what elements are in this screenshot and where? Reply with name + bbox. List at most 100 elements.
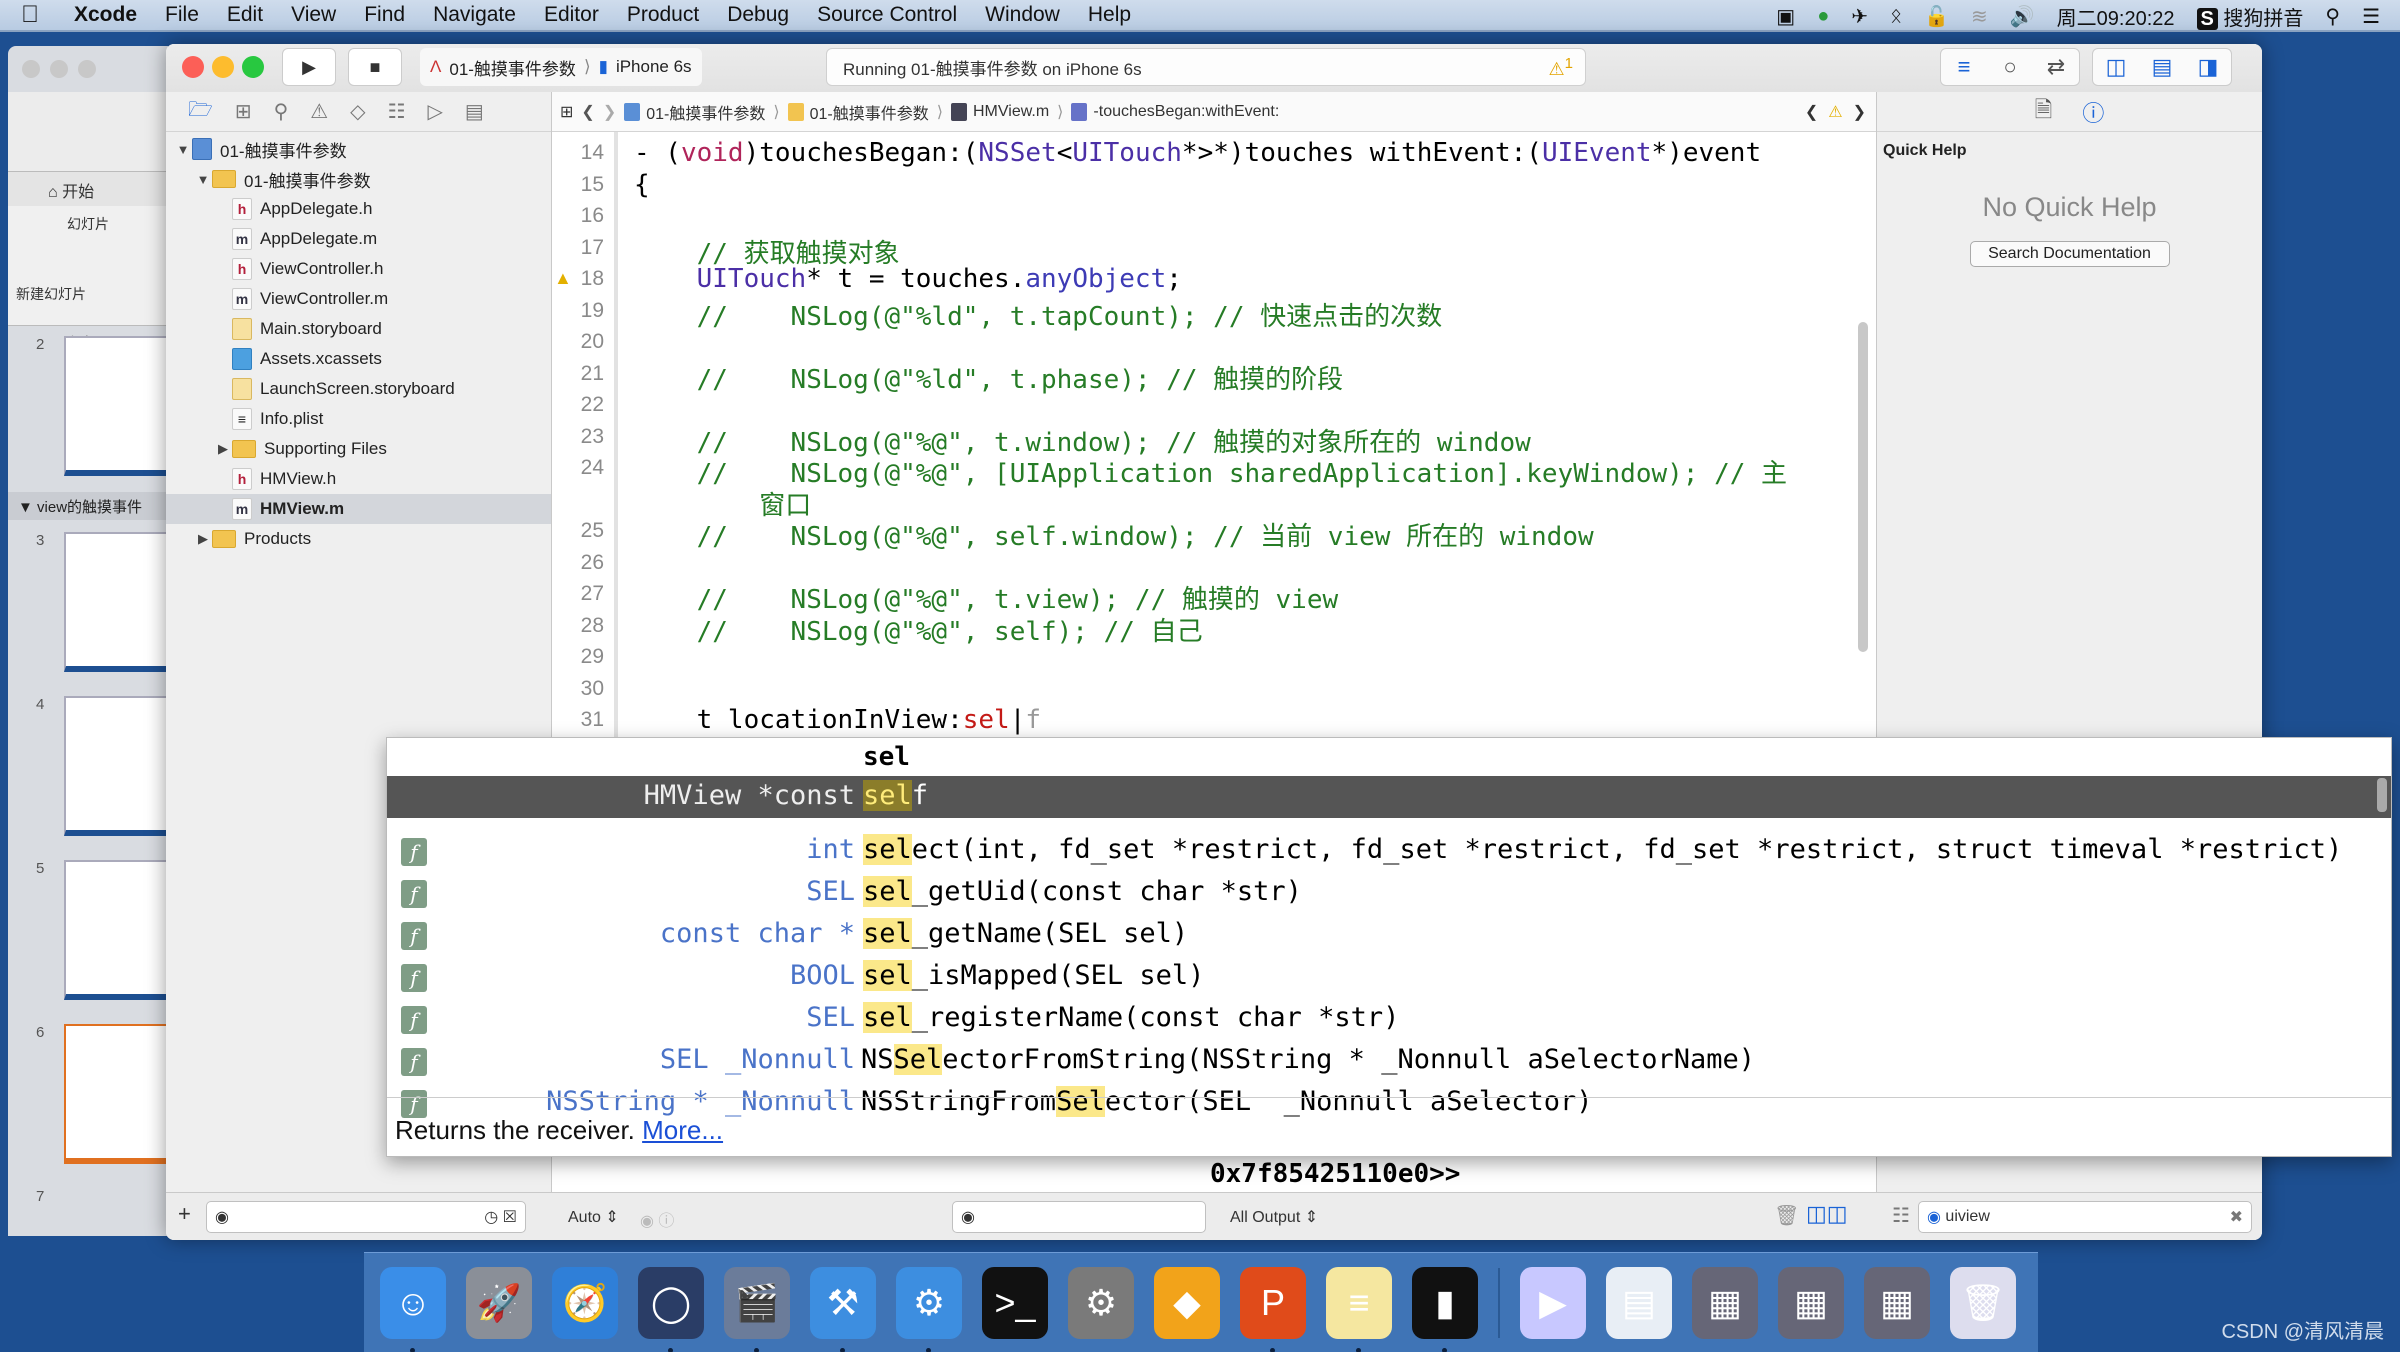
tree-item[interactable]: Assets.xcassets <box>166 344 551 374</box>
run-button[interactable]: ▶ <box>282 48 336 86</box>
menu-help[interactable]: Help <box>1074 3 1145 27</box>
code-line[interactable]: - (void)touchesBegan:(NSSet<UITouch*>*)t… <box>634 138 1761 168</box>
menu-view[interactable]: View <box>277 3 350 27</box>
tree-item[interactable]: m HMView.m <box>166 494 551 524</box>
dock-xcode-icon[interactable]: ⚒ <box>810 1266 876 1352</box>
dock-photo-theater-icon[interactable]: ▶ <box>1520 1266 1586 1339</box>
screen-record-icon[interactable]: ▣ <box>1776 4 1795 29</box>
completion-item[interactable]: f const char * sel_getName(SEL sel) <box>387 914 2391 956</box>
dock-mouse-icon[interactable]: ◯ <box>638 1266 704 1352</box>
variables-filter-field[interactable]: ◉ <box>952 1201 1206 1233</box>
ppt-section-header[interactable]: ▼ view的触摸事件 <box>8 492 168 520</box>
spotlight-icon[interactable]: ⚲ <box>2325 4 2340 29</box>
dock-screen-1-icon[interactable]: ▦ <box>1692 1266 1758 1339</box>
warning-indicator[interactable]: ⚠1 <box>1549 55 1573 80</box>
ppt-new-slide-button[interactable]: 新建幻灯片 <box>16 284 160 304</box>
back-button[interactable]: ❮ <box>581 102 594 122</box>
dock-sketch-icon[interactable]: ◆ <box>1154 1266 1220 1339</box>
disclosure-triangle-icon[interactable]: ▼ <box>194 172 212 187</box>
scheme-selector[interactable]: Λ 01-触摸事件参数 ⟩ ▮ iPhone 6s <box>420 48 702 86</box>
menu-edit[interactable]: Edit <box>213 3 277 27</box>
menu-product[interactable]: Product <box>613 3 713 27</box>
code-line[interactable]: { <box>634 170 650 200</box>
completion-item[interactable]: f SEL _Nonnull NSSelectorFromString(NSStri… <box>387 1040 2391 1082</box>
completion-item[interactable]: f SEL sel_getUid(const char *str) <box>387 872 2391 914</box>
clock[interactable]: 周二09:20:22 <box>2057 2 2175 31</box>
toggle-debug-area-icon[interactable]: ▤ <box>2139 54 2185 80</box>
tree-item[interactable]: h HMView.h <box>166 464 551 494</box>
issue-warning-icon[interactable]: ⚠ <box>1828 102 1842 122</box>
dock-trash-icon[interactable]: 🗑 <box>1950 1266 2016 1339</box>
tree-item[interactable]: ▶ Products <box>166 524 551 554</box>
menu-find[interactable]: Find <box>350 3 419 27</box>
disclosure-triangle-icon[interactable]: ▶ <box>194 531 212 547</box>
tree-item[interactable]: ▶ Supporting Files <box>166 434 551 464</box>
report-navigator-icon[interactable]: ▤ <box>465 99 484 124</box>
library-grid-icon[interactable]: ☷ <box>1892 1203 1910 1228</box>
slide-thumbnail[interactable] <box>64 860 168 1000</box>
previous-issue-button[interactable]: ❮ <box>1805 102 1818 122</box>
tree-item[interactable]: m ViewController.m <box>166 284 551 314</box>
menu-window[interactable]: Window <box>971 3 1074 27</box>
code-line[interactable]: // NSLog(@"%@", self); // 自己 <box>634 611 1203 648</box>
menu-editor[interactable]: Editor <box>530 3 613 27</box>
completion-item[interactable]: f int select(int, fd_set *restrict, fd_set… <box>387 830 2391 872</box>
clear-filter-icon[interactable]: ✖ <box>2230 1207 2243 1227</box>
file-inspector-icon[interactable]: 🗎 <box>2035 93 2053 131</box>
zoom-window-button[interactable] <box>242 56 264 78</box>
disclosure-triangle-icon[interactable]: ▼ <box>174 142 192 157</box>
code-line[interactable]: // NSLog(@"%ld", t.phase); // 触摸的阶段 <box>634 359 1344 396</box>
dock-system-preferences-icon[interactable]: ⚙ <box>1068 1266 1134 1339</box>
green-play-icon[interactable]: ● <box>1817 5 1829 28</box>
menu-source-control[interactable]: Source Control <box>803 3 971 27</box>
recent-files-icon[interactable]: ◷ ☒ <box>484 1207 517 1227</box>
breadcrumb-file[interactable]: HMView.m <box>951 102 1049 121</box>
disclosure-triangle-icon[interactable]: ▶ <box>214 441 232 457</box>
tree-item[interactable]: ▼ 01-触摸事件参数 <box>166 134 551 164</box>
slide-thumbnail[interactable] <box>64 532 168 672</box>
dock-screen-3-icon[interactable]: ▦ <box>1864 1266 1930 1339</box>
tree-item[interactable]: ▼ 01-触摸事件参数 <box>166 164 551 194</box>
toggle-navigator-icon[interactable]: ◫ <box>2093 54 2139 80</box>
breakpoint-navigator-icon[interactable]: ▷ <box>428 99 443 124</box>
slide-thumbnail[interactable] <box>64 336 168 476</box>
tree-item[interactable]: h AppDelegate.h <box>166 194 551 224</box>
dock-pages-icon[interactable]: P <box>1240 1266 1306 1352</box>
completion-item[interactable]: f BOOL sel_isMapped(SEL sel) <box>387 956 2391 998</box>
editor-scrollbar[interactable] <box>1858 322 1868 652</box>
project-navigator-icon[interactable]: 🗁 <box>188 95 213 129</box>
dock-terminal-icon[interactable]: >_ <box>982 1266 1048 1339</box>
forward-button[interactable]: ❯ <box>603 102 616 122</box>
split-console-icon[interactable]: ◫◫ <box>1806 1201 1848 1227</box>
code-line[interactable]: // NSLog(@"%@", self.window); // 当前 view… <box>634 516 1594 553</box>
completion-item[interactable]: f SEL sel_registerName(const char *str) <box>387 998 2391 1040</box>
debug-navigator-icon[interactable]: ☷ <box>388 99 406 124</box>
close-window-button[interactable] <box>182 56 204 78</box>
version-editor-icon[interactable]: ⇄ <box>2033 54 2079 80</box>
quick-help-icon[interactable]: ⓘ <box>2082 96 2104 128</box>
menu-navigate[interactable]: Navigate <box>419 3 530 27</box>
next-issue-button[interactable]: ❯ <box>1853 102 1866 122</box>
scheme-device[interactable]: iPhone 6s <box>616 57 692 77</box>
warning-marker-icon[interactable]: ▲ <box>554 268 572 289</box>
dock-safari-icon[interactable]: 🧭 <box>552 1266 618 1339</box>
add-file-button[interactable]: + <box>178 1201 191 1227</box>
dock-preview-icon[interactable]: ▤ <box>1606 1266 1672 1339</box>
completion-scrollbar[interactable] <box>2377 778 2387 812</box>
quick-look-icon[interactable]: ◉ ⓘ <box>640 1207 674 1231</box>
code-line[interactable]: t locationInView:sel|f <box>634 705 1041 735</box>
dock-console-icon[interactable]: ▮ <box>1412 1266 1478 1352</box>
dock-finder-icon[interactable]: ☺ <box>380 1266 446 1352</box>
ppt-tab-home[interactable]: ⌂ 开始 <box>8 172 168 206</box>
dock-photo-booth-icon[interactable]: 🎬 <box>724 1266 790 1352</box>
dock-instruments-icon[interactable]: ⚙ <box>896 1266 962 1352</box>
standard-editor-icon[interactable]: ≡ <box>1941 54 1987 80</box>
slide-thumbnail[interactable] <box>64 696 168 836</box>
input-method[interactable]: S 搜狗拼音 <box>2196 2 2303 31</box>
tree-item[interactable]: ≡ Info.plist <box>166 404 551 434</box>
tree-item[interactable]: Main.storyboard <box>166 314 551 344</box>
trash-icon[interactable]: 🗑 <box>1774 1203 1799 1228</box>
dock-launchpad-icon[interactable]: 🚀 <box>466 1266 532 1339</box>
test-navigator-icon[interactable]: ◇ <box>350 99 365 124</box>
tree-item[interactable]: LaunchScreen.storyboard <box>166 374 551 404</box>
